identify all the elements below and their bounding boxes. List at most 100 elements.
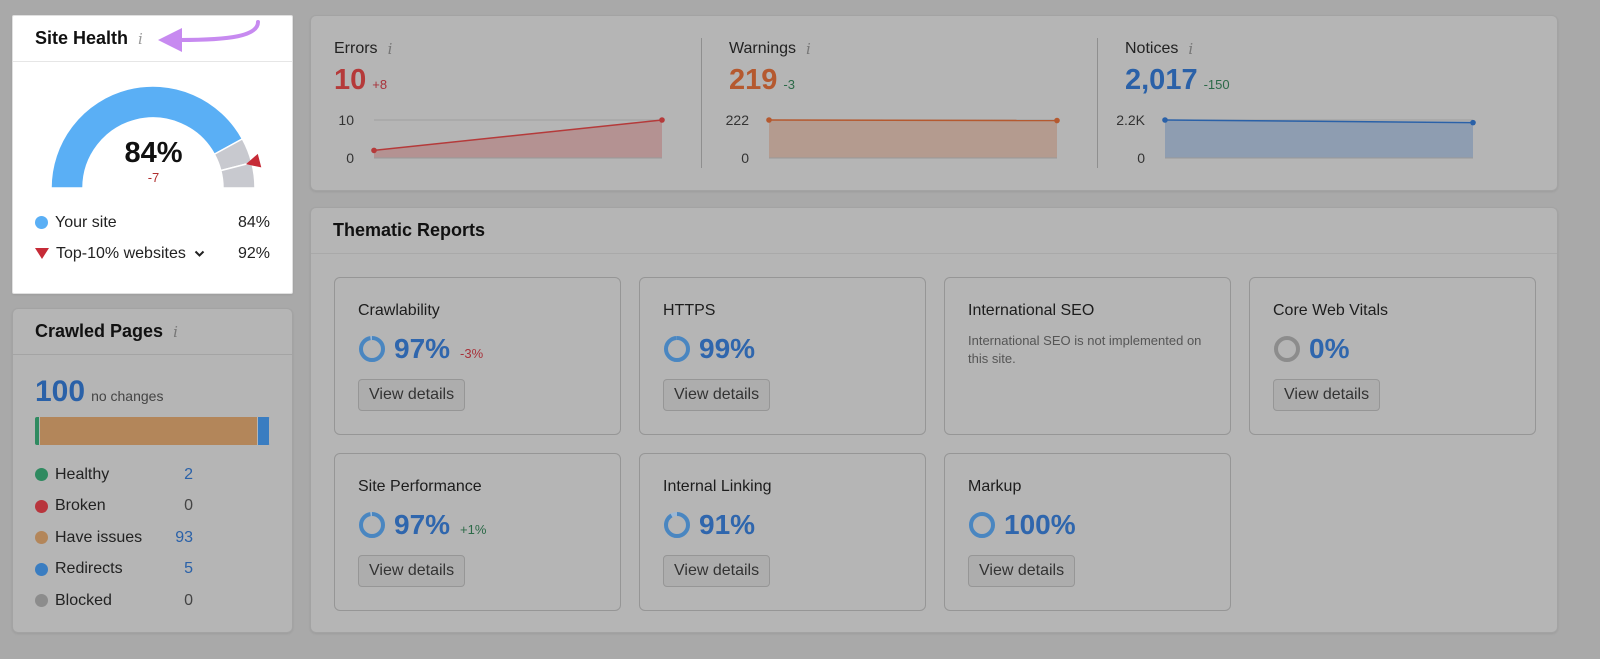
info-icon[interactable]: i (173, 323, 178, 341)
report-score-value: 91% (699, 509, 756, 540)
legend-value: 84% (237, 213, 270, 231)
sparkline-area (1165, 120, 1473, 158)
report-score-change: +1% (460, 521, 487, 537)
score-ring-icon (359, 336, 385, 362)
legend-label: Your site (55, 213, 117, 231)
report-score-value: 0% (1309, 333, 1350, 364)
sparkline-line (768, 119, 1058, 122)
sparkline-point[interactable] (766, 117, 772, 123)
report-description: International SEO is not implemented on … (968, 333, 1202, 366)
gauge-chart (50, 85, 262, 189)
report-markup: Markup 100% View details (944, 453, 1231, 611)
crawled-breakdown-list: Healthy 2 Broken 0 Have issues 93 Redirects 5 Bl… (13, 445, 292, 617)
report-title: Markup (968, 478, 1022, 495)
info-icon[interactable]: i (138, 30, 143, 48)
legend-your-site: Your site 84% (35, 207, 270, 238)
legend-value: 92% (237, 244, 270, 262)
status-count[interactable]: 2 (155, 466, 193, 484)
crawled-pages-card: Crawled Pages i 100 no changes Healthy 2 B… (12, 308, 293, 633)
status-count[interactable]: 93 (155, 529, 193, 547)
score-ring-icon (359, 512, 385, 538)
report-title: Site Performance (358, 478, 482, 495)
metric-delta: +8 (372, 77, 388, 92)
info-icon[interactable]: i (1188, 40, 1193, 58)
report-score-value: 97% (394, 509, 451, 540)
crawled-row-broken: Broken 0 (35, 491, 270, 523)
top10-dropdown[interactable]: Top-10% websites (56, 245, 205, 263)
metric-warnings: Warnings i 219 -3 222 0 (726, 16, 1069, 192)
notices-sparkline: 2.2K 0 (1116, 112, 1476, 166)
status-label: Blocked (55, 591, 112, 609)
crawled-total: 100 no changes (13, 355, 292, 409)
report-score-value: 100% (1004, 509, 1076, 540)
crawled-row-blocked: Blocked 0 (35, 585, 270, 617)
y-axis-min-label: 0 (1137, 150, 1145, 166)
info-icon[interactable]: i (806, 40, 811, 58)
thematic-reports-title: Thematic Reports (333, 220, 486, 240)
view-details-button[interactable]: View details (663, 555, 771, 587)
view-details-button[interactable]: View details (1273, 379, 1381, 411)
metric-title: Warnings (729, 40, 796, 57)
view-details-button[interactable]: View details (358, 555, 466, 587)
view-details-button[interactable]: View details (663, 379, 771, 411)
crawled-pages-title: Crawled Pages (35, 321, 164, 341)
report-score: 91% (663, 509, 755, 541)
score-ring-icon (969, 512, 995, 538)
report-score-change: -3% (460, 345, 484, 361)
info-icon[interactable]: i (388, 40, 393, 58)
y-axis-min-label: 0 (741, 150, 749, 166)
sparkline-point[interactable] (1470, 119, 1476, 126)
bar-segment-redirects[interactable] (258, 417, 270, 445)
report-international-seo: International SEO International SEO is no… (944, 277, 1231, 435)
status-label: Broken (55, 497, 106, 515)
status-count: 0 (184, 497, 193, 515)
sparkline-point[interactable] (1054, 117, 1060, 124)
metric-title: Notices (1125, 40, 1179, 57)
status-dot-icon (35, 499, 48, 513)
divider (701, 38, 702, 168)
chevron-down-icon[interactable] (194, 247, 205, 261)
status-dot-icon (35, 531, 48, 545)
gauge-delta: -7 (147, 170, 160, 185)
your-site-dot-icon (35, 216, 48, 229)
thematic-reports-header: Thematic Reports (311, 208, 1557, 254)
legend-top10: Top-10% websites 92% (35, 238, 270, 269)
score-ring-icon (664, 336, 690, 362)
y-axis-max-label: 10 (338, 112, 354, 128)
crawled-row-healthy: Healthy 2 (35, 459, 270, 491)
status-count: 0 (184, 591, 193, 609)
ring-progress (969, 512, 995, 538)
view-details-button[interactable]: View details (968, 555, 1076, 587)
metric-value[interactable]: 219 (729, 64, 777, 97)
site-health-legend: Your site 84% Top-10% websites 92% (13, 207, 292, 269)
annotation-arrow-icon (158, 20, 260, 52)
metric-value[interactable]: 10 (334, 64, 366, 97)
metric-value[interactable]: 2,017 (1125, 64, 1198, 97)
crawled-total-value[interactable]: 100 (35, 375, 85, 409)
bar-segment-have-issues[interactable] (39, 417, 259, 445)
report-score: 0% (1273, 333, 1349, 365)
ring-progress (359, 336, 385, 362)
ring-progress (664, 512, 690, 538)
ring-progress (664, 336, 690, 362)
sparkline-point[interactable] (659, 117, 665, 123)
triangle-down-icon (35, 248, 49, 259)
view-details-button[interactable]: View details (358, 379, 466, 411)
report-score: 97% -3% (358, 333, 483, 365)
score-ring-icon (1274, 336, 1300, 362)
site-health-gauge: 84% -7 (13, 62, 294, 207)
metric-delta: -150 (1203, 77, 1230, 92)
sparkline-point[interactable] (371, 147, 377, 154)
thematic-reports-card: Thematic Reports Crawlability 97% -3% Vi… (310, 207, 1558, 633)
status-dot-icon (35, 594, 48, 608)
report-score: 97% +1% (358, 509, 486, 541)
report-score-value: 99% (699, 333, 756, 364)
report-https: HTTPS 99% View details (639, 277, 926, 435)
y-axis-max-label: 222 (726, 112, 750, 128)
status-count[interactable]: 5 (155, 560, 193, 578)
status-label: Have issues (55, 528, 143, 546)
gauge-score: 84% (124, 137, 183, 169)
sparkline-point[interactable] (1162, 117, 1168, 123)
report-site-performance: Site Performance 97% +1% View details (334, 453, 621, 611)
divider (1097, 38, 1098, 168)
